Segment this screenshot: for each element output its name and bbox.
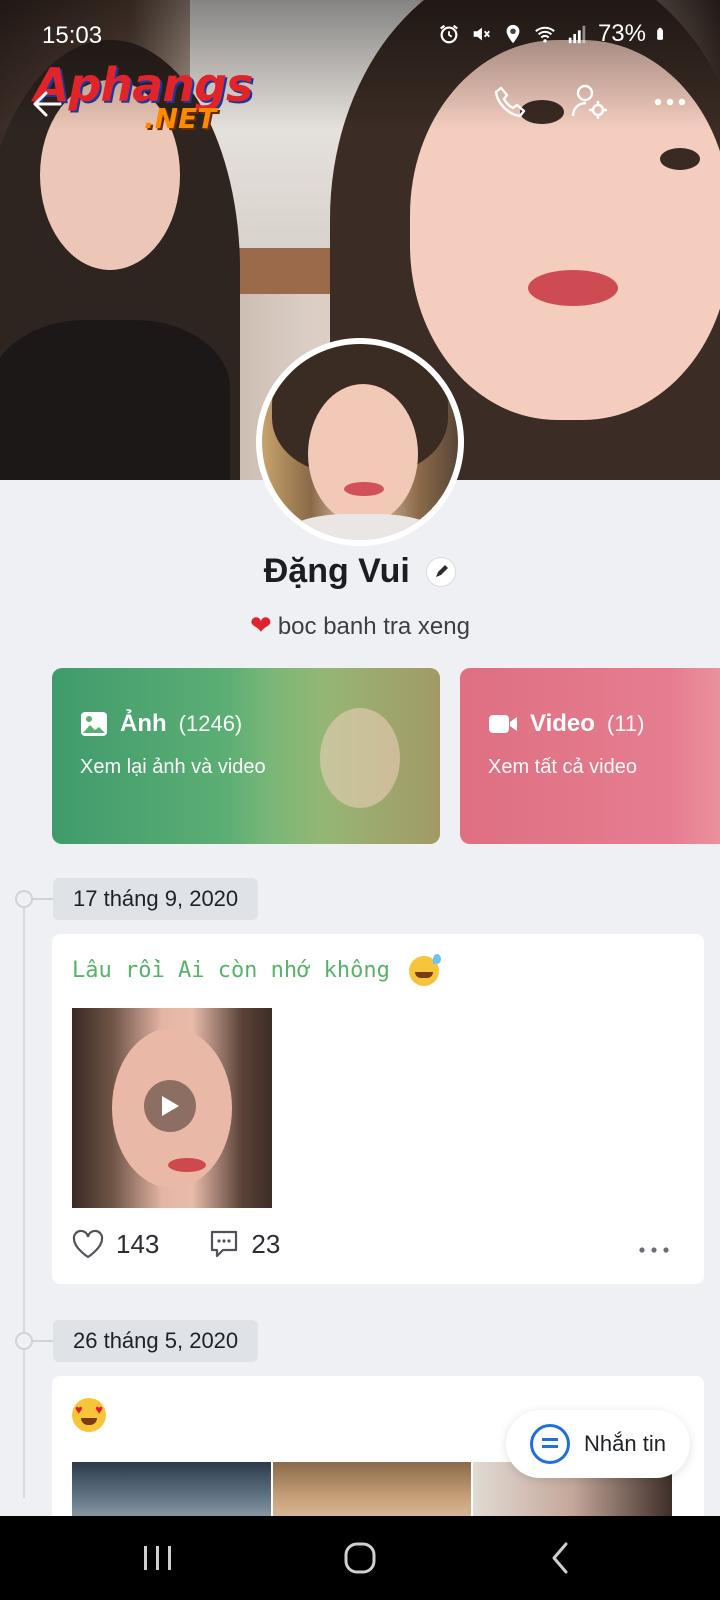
back-button[interactable] <box>28 84 68 124</box>
recent-apps-icon <box>144 1546 171 1570</box>
bio-text: boc banh tra xeng <box>277 613 470 640</box>
heart-outline-icon <box>72 1229 104 1259</box>
mute-icon <box>473 27 490 41</box>
video-camera-icon <box>489 715 517 733</box>
like-count: 143 <box>116 1228 160 1259</box>
home-icon <box>344 1542 376 1574</box>
grinning-sweat-emoji-icon <box>409 954 442 986</box>
play-icon[interactable] <box>144 1080 196 1132</box>
more-horizontal-icon <box>639 1247 669 1253</box>
user-settings-icon <box>571 84 607 119</box>
alarm-icon <box>440 24 458 44</box>
chat-bubble-icon <box>530 1424 570 1464</box>
avatar[interactable] <box>256 338 464 546</box>
post-video-thumbnail[interactable] <box>72 1008 272 1208</box>
timeline-post[interactable]: Lâu rồi Ai còn nhớ không 143 23 <box>52 934 704 1284</box>
comment-icon <box>211 1230 238 1258</box>
photos-card-count: (1246) <box>178 711 243 736</box>
battery-icon <box>657 27 663 40</box>
wifi-icon <box>535 26 555 43</box>
timeline-line <box>23 898 25 1498</box>
videos-card-subtitle: Xem tất cả video <box>488 756 637 778</box>
battery-percent: 73% <box>597 20 646 47</box>
chevron-left-icon <box>552 1542 568 1574</box>
top-actions <box>490 82 690 122</box>
photos-card[interactable]: Ảnh (1246) Xem lại ảnh và video <box>52 668 440 844</box>
videos-card[interactable]: Video (11) Xem tất cả video <box>460 668 720 844</box>
profile-name: Đặng Vui <box>263 552 410 590</box>
arrow-left-icon <box>33 91 62 117</box>
like-button[interactable]: 143 <box>72 1229 159 1260</box>
photos-card-subtitle: Xem lại ảnh và video <box>80 756 266 778</box>
more-horizontal-icon <box>654 98 686 106</box>
pencil-icon <box>436 564 449 577</box>
edit-name-button[interactable] <box>426 556 457 587</box>
heart-eyes-emoji-icon <box>72 1398 106 1432</box>
location-icon <box>506 24 520 44</box>
profile-page: 15:03 73% Aphangs .NET Đặng Vui ❤ boc ba… <box>0 0 720 1600</box>
signal-icon <box>568 25 586 44</box>
send-message-label: Nhắn tin <box>584 1431 666 1456</box>
post-more-button[interactable] <box>638 1230 670 1261</box>
send-message-button[interactable]: Nhắn tin <box>506 1410 690 1478</box>
photos-card-preview <box>270 668 440 844</box>
post-caption: Lâu rồi Ai còn nhớ không <box>72 954 442 986</box>
timeline-dot <box>15 890 33 908</box>
post-date: 26 tháng 5, 2020 <box>53 1320 259 1362</box>
videos-card-title: Video <box>530 710 595 737</box>
back-nav-button[interactable] <box>542 1540 582 1576</box>
watermark-line2: .NET <box>144 102 217 135</box>
photos-card-title: Ảnh <box>120 710 167 737</box>
profile-name-row: Đặng Vui <box>0 552 720 591</box>
post-caption <box>72 1398 106 1432</box>
status-time: 15:03 <box>42 22 103 49</box>
videos-card-count: (11) <box>606 711 645 736</box>
image-icon <box>81 712 107 736</box>
home-button[interactable] <box>340 1540 380 1576</box>
heart-icon: ❤ <box>250 610 272 640</box>
phone-icon <box>494 86 526 118</box>
timeline-dot <box>15 1332 33 1350</box>
profile-bio[interactable]: ❤ boc banh tra xeng <box>0 610 720 641</box>
recent-apps-button[interactable] <box>138 1540 178 1576</box>
post-actions: 143 23 <box>72 1226 684 1262</box>
post-date: 17 tháng 9, 2020 <box>53 878 259 920</box>
profile-settings-button[interactable] <box>570 82 610 122</box>
system-navigation-bar <box>0 1516 720 1600</box>
comment-button[interactable]: 23 <box>209 1229 280 1260</box>
watermark-logo: Aphangs .NET <box>34 58 264 140</box>
comment-count: 23 <box>251 1228 281 1259</box>
call-button[interactable] <box>490 82 530 122</box>
more-options-button[interactable] <box>650 82 690 122</box>
